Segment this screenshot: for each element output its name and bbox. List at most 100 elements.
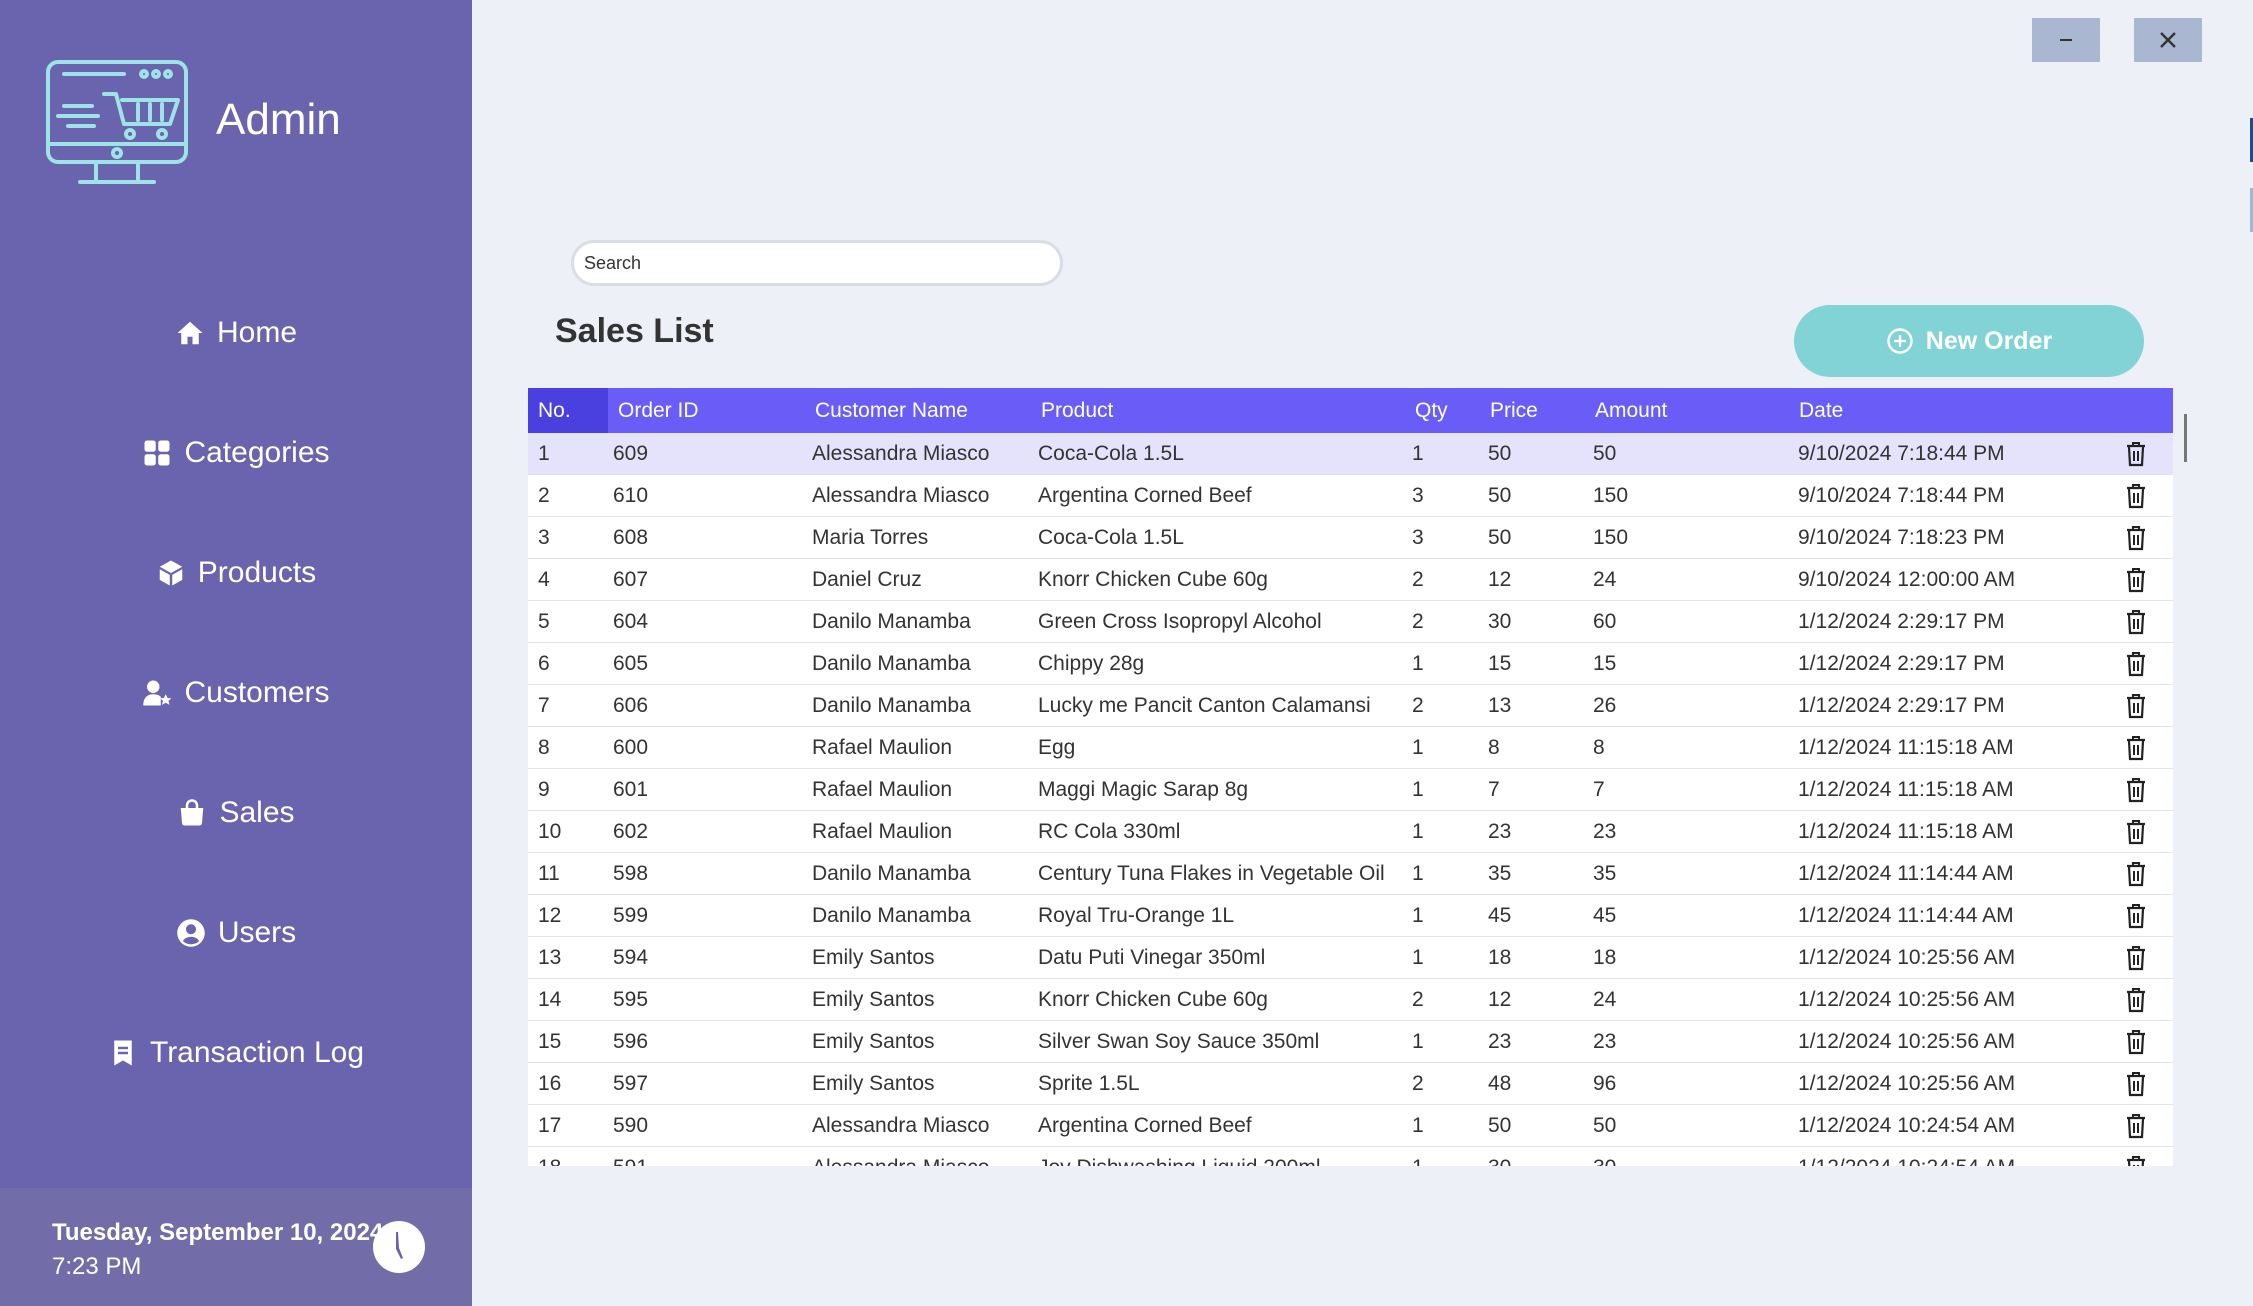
delete-trash-icon[interactable] <box>2124 1113 2148 1139</box>
cell-date: 1/12/2024 11:15:18 AM <box>1798 736 2014 759</box>
cell-order-id: 594 <box>613 946 649 969</box>
table-row[interactable]: 2 610 Alessandra Miasco Argentina Corned Be… <box>528 475 2173 517</box>
current-time: 7:23 PM <box>52 1253 142 1280</box>
delete-trash-icon[interactable] <box>2124 1155 2148 1166</box>
table-row[interactable]: 1 609 Alessandra Miasco Coca-Cola 1.5L 1 50 50… <box>528 433 2173 475</box>
admin-logo-icon <box>46 60 188 184</box>
cell-price: 8 <box>1488 736 1500 759</box>
close-button[interactable] <box>2134 18 2202 62</box>
cell-date: 1/12/2024 10:25:56 AM <box>1798 1030 2016 1053</box>
cell-order-id: 609 <box>613 442 649 465</box>
cell-price: 50 <box>1488 442 1512 465</box>
cell-customer-name: Emily Santos <box>812 1030 935 1053</box>
cell-order-id: 610 <box>613 484 649 507</box>
table-row[interactable]: 9 601 Rafael Maulion Maggi Magic Sarap 8g 1 7… <box>528 769 2173 811</box>
sidebar-item-label: Sales <box>219 796 295 829</box>
cell-qty: 2 <box>1412 694 1424 717</box>
plus-circle-icon <box>1887 328 1913 354</box>
cell-price: 7 <box>1488 778 1500 801</box>
delete-trash-icon[interactable] <box>2124 945 2148 971</box>
delete-trash-icon[interactable] <box>2124 483 2148 509</box>
cell-date: 1/12/2024 11:15:18 AM <box>1798 778 2014 801</box>
sidebar-item-users[interactable]: Users <box>0 903 472 963</box>
cell-qty: 1 <box>1412 946 1424 969</box>
delete-trash-icon[interactable] <box>2124 987 2148 1013</box>
delete-trash-icon[interactable] <box>2124 567 2148 593</box>
search-input[interactable] <box>571 240 1063 286</box>
table-row[interactable]: 16 597 Emily Santos Sprite 1.5L 2 48 96 1/12/20… <box>528 1063 2173 1105</box>
cell-order-id: 600 <box>613 736 649 759</box>
delete-trash-icon[interactable] <box>2124 819 2148 845</box>
cell-order-id: 595 <box>613 988 649 1011</box>
table-scrollbar[interactable] <box>2184 414 2187 462</box>
cell-qty: 1 <box>1412 442 1424 465</box>
delete-trash-icon[interactable] <box>2124 1071 2148 1097</box>
cell-qty: 1 <box>1412 1030 1424 1053</box>
sidebar-item-home[interactable]: Home <box>0 303 472 363</box>
table-row[interactable]: 11 598 Danilo Manamba Century Tuna Flakes i… <box>528 853 2173 895</box>
customers-icon <box>143 680 172 706</box>
sidebar-item-transaction-log[interactable]: Transaction Log <box>0 1023 472 1083</box>
table-row[interactable]: 17 590 Alessandra Miasco Argentina Corned B… <box>528 1105 2173 1147</box>
column-header-order-id[interactable]: Order ID <box>618 388 699 433</box>
delete-trash-icon[interactable] <box>2124 651 2148 677</box>
cell-product: Royal Tru-Orange 1L <box>1038 904 1235 927</box>
table-row[interactable]: 10 602 Rafael Maulion RC Cola 330ml 1 23 23 1/1… <box>528 811 2173 853</box>
cell-price: 50 <box>1488 1114 1512 1137</box>
delete-trash-icon[interactable] <box>2124 693 2148 719</box>
delete-trash-icon[interactable] <box>2124 861 2148 887</box>
cell-no: 18 <box>538 1147 561 1166</box>
cell-amount: 18 <box>1593 946 1617 969</box>
table-row[interactable]: 15 596 Emily Santos Silver Swan Soy Sauce 3… <box>528 1021 2173 1063</box>
home-icon <box>177 321 203 345</box>
cell-product: Egg <box>1038 736 1076 759</box>
cell-customer-name: Alessandra Miasco <box>812 442 990 465</box>
column-header-price[interactable]: Price <box>1490 388 1538 433</box>
table-row[interactable]: 5 604 Danilo Manamba Green Cross Isopropyl … <box>528 601 2173 643</box>
cell-customer-name: Danilo Manamba <box>812 862 971 885</box>
sidebar-item-products[interactable]: Products <box>0 543 472 603</box>
delete-trash-icon[interactable] <box>2124 903 2148 929</box>
delete-trash-icon[interactable] <box>2124 609 2148 635</box>
sidebar-item-customers[interactable]: Customers <box>0 663 472 723</box>
delete-trash-icon[interactable] <box>2124 1029 2148 1055</box>
column-header-amount[interactable]: Amount <box>1595 388 1667 433</box>
table-row[interactable]: 12 599 Danilo Manamba Royal Tru-Orange 1L 1 4… <box>528 895 2173 937</box>
column-header-no[interactable]: No. <box>538 388 571 433</box>
delete-trash-icon[interactable] <box>2124 441 2148 467</box>
cell-customer-name: Alessandra Miasco <box>812 484 990 507</box>
delete-trash-icon[interactable] <box>2124 777 2148 803</box>
cell-customer-name: Rafael Maulion <box>812 778 953 801</box>
column-header-customer-name[interactable]: Customer Name <box>815 388 968 433</box>
table-row[interactable]: 3 608 Maria Torres Coca-Cola 1.5L 3 50 150 9/10… <box>528 517 2173 559</box>
cell-price: 50 <box>1488 484 1512 507</box>
cell-date: 1/12/2024 10:24:54 AM <box>1798 1114 2016 1137</box>
cell-amount: 24 <box>1593 568 1617 591</box>
table-row[interactable]: 14 595 Emily Santos Knorr Chicken Cube 60g 2… <box>528 979 2173 1021</box>
cell-product: Maggi Magic Sarap 8g <box>1038 778 1249 801</box>
sidebar-item-sales[interactable]: Sales <box>0 783 472 843</box>
cell-customer-name: Emily Santos <box>812 946 935 969</box>
new-order-button[interactable]: New Order <box>1794 305 2144 377</box>
table-row[interactable]: 18 591 Alessandra Miasco Joy Dishwashing Li… <box>528 1147 2173 1166</box>
table-row[interactable]: 6 605 Danilo Manamba Chippy 28g 1 15 15 1/12/20… <box>528 643 2173 685</box>
transaction-log-icon <box>114 1040 132 1066</box>
table-row[interactable]: 4 607 Daniel Cruz Knorr Chicken Cube 60g 2 12… <box>528 559 2173 601</box>
delete-trash-icon[interactable] <box>2124 525 2148 551</box>
table-row[interactable]: 7 606 Danilo Manamba Lucky me Pancit Canton… <box>528 685 2173 727</box>
sidebar-item-categories[interactable]: Categories <box>0 423 472 483</box>
cell-order-id: 605 <box>613 652 649 675</box>
cell-customer-name: Maria Torres <box>812 526 929 549</box>
table-row[interactable]: 13 594 Emily Santos Datu Puti Vinegar 350ml… <box>528 937 2173 979</box>
column-header-qty[interactable]: Qty <box>1415 388 1448 433</box>
column-header-date[interactable]: Date <box>1799 388 1843 433</box>
minimize-button[interactable] <box>2032 18 2100 62</box>
table-row[interactable]: 8 600 Rafael Maulion Egg 1 8 8 1/12/2024 11:15:… <box>528 727 2173 769</box>
cell-product: Knorr Chicken Cube 60g <box>1038 568 1268 591</box>
delete-trash-icon[interactable] <box>2124 735 2148 761</box>
cell-no: 17 <box>538 1114 562 1137</box>
cell-order-id: 599 <box>613 904 649 927</box>
sidebar-item-label: Users <box>217 916 297 949</box>
column-header-product[interactable]: Product <box>1041 388 1113 433</box>
cell-no: 10 <box>538 820 562 843</box>
